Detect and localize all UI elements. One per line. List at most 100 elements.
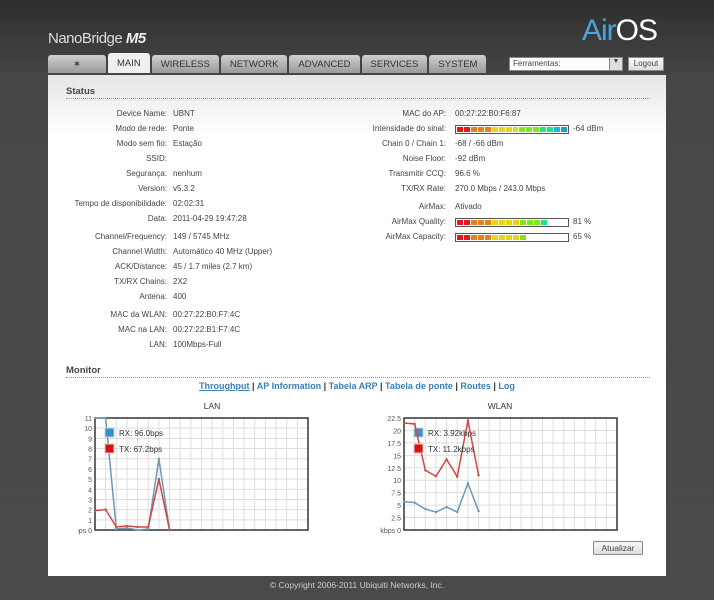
link-routes[interactable]: Routes (460, 381, 491, 391)
data-point (104, 508, 107, 511)
status-value: -92 dBm (455, 154, 486, 163)
status-label: Channel Width: (112, 247, 167, 256)
y-tick-label: 3 (88, 497, 92, 504)
status-row: AirMax Capacity: 65 % (48, 232, 591, 244)
tab-main[interactable]: MAIN (108, 53, 150, 73)
airos-logo: AirOS (582, 14, 658, 47)
status-row: Channel Width: Automático 40 MHz (Upper) (48, 247, 272, 259)
data-point (477, 509, 480, 513)
link-throughput[interactable]: Throughput (199, 381, 249, 391)
status-value: 100Mbps-Full (173, 340, 222, 349)
y-tick-label: 2.5 (391, 516, 401, 523)
data-point (424, 469, 427, 472)
legend-swatch (104, 443, 115, 454)
y-tick-label: 10 (393, 478, 401, 485)
status-label: Intensidade do sinal: (372, 124, 446, 133)
data-point (456, 475, 459, 478)
status-label: AirMax Quality: (391, 217, 446, 226)
data-point (434, 510, 438, 514)
link-log[interactable]: Log (498, 381, 515, 391)
link-ap-information[interactable]: AP Information (257, 381, 321, 391)
data-point (402, 500, 406, 503)
chevron-down-icon: ▼ (609, 58, 622, 70)
data-point (125, 524, 129, 528)
data-point (168, 528, 171, 532)
data-point (434, 475, 438, 478)
data-point (424, 507, 427, 511)
status-label: ACK/Distance: (114, 262, 167, 271)
y-tick-label: 1 (88, 518, 92, 525)
data-point (93, 416, 97, 420)
link-tabela-arp[interactable]: Tabela ARP (329, 381, 378, 391)
status-label: Transmitir CCQ: (388, 169, 446, 178)
tab-network[interactable]: NETWORK (220, 55, 288, 73)
y-tick-label: 12.5 (387, 466, 401, 473)
link-tabela-de-ponte[interactable]: Tabela de ponte (385, 381, 453, 391)
main-panel: Status Device Name: UBNT Modo de rede: Pont… (48, 75, 666, 576)
monitor-links: Throughput | AP Information | Tabela ARP… (199, 381, 515, 391)
status-value: 65 % (573, 232, 592, 241)
y-tick-label: 22.5 (387, 416, 401, 423)
status-row: Antena: 400 (48, 292, 186, 304)
data-point (136, 525, 139, 529)
legend-label: RX: 3.92kbps (428, 429, 476, 438)
data-point (104, 416, 107, 420)
legend-label: RX: 96.0bps (119, 429, 163, 438)
status-value: 2X2 (173, 277, 188, 286)
status-row: Noise Floor: -92 dBm (48, 154, 485, 166)
logout-button[interactable]: Logout (628, 57, 664, 71)
y-tick-label: 5 (397, 503, 401, 510)
status-value: 81 % (573, 217, 592, 226)
y-tick-label: kbps 0 (380, 528, 401, 535)
tab-services[interactable]: SERVICES (361, 55, 428, 73)
signal-bar (455, 218, 569, 227)
status-label: Antena: (139, 292, 167, 301)
tab-system[interactable]: SYSTEM (429, 55, 487, 73)
status-label: TX/RX Chains: (114, 277, 167, 286)
data-point (445, 505, 448, 509)
y-tick-label: 7.5 (391, 491, 401, 498)
data-point (456, 510, 459, 514)
data-point (466, 419, 470, 422)
wlan-chart: kbps 0 2.5 5 7.5 10 12.5 15 17.5 20 22.5 RX: 3.92k… (380, 416, 618, 535)
y-tick-label: 6 (88, 467, 92, 474)
status-value: Ativado (455, 202, 482, 211)
data-point (413, 422, 416, 426)
legend-swatch (104, 427, 115, 438)
status-value: -64 dBm (573, 124, 604, 133)
product-name: NanoBridge M5 (48, 30, 146, 47)
tab-advanced[interactable]: ADVANCED (289, 55, 360, 73)
status-row: Intensidade do sinal: -64 dBm (48, 124, 603, 136)
tab-wireless[interactable]: WIRELESS (151, 55, 219, 73)
status-value: -68 / -66 dBm (455, 139, 504, 148)
legend-label: TX: 67.2bps (119, 445, 162, 454)
tab-ubnt[interactable]: ✶ (48, 55, 106, 73)
y-tick-label: 20 (393, 428, 401, 435)
data-point (157, 477, 161, 481)
status-value: 400 (173, 292, 187, 301)
data-point (466, 482, 470, 485)
tools-select[interactable]: Ferramentas: ▼ (509, 57, 623, 71)
status-value: 00:27:22:B0:F6:87 (455, 109, 521, 118)
status-row: AirMax Quality: 81 % (48, 217, 591, 229)
data-point (445, 458, 448, 461)
status-value: 270.0 Mbps / 243.0 Mbps (455, 184, 546, 193)
y-tick-label: 2 (88, 508, 92, 515)
main-tabs: ✶ MAIN WIRELESS NETWORK ADVANCED SERVICE… (48, 53, 487, 73)
status-value: 45 / 1.7 miles (2.7 km) (173, 262, 253, 271)
status-label: TX/RX Rate: (401, 184, 446, 193)
status-value: Automático 40 MHz (Upper) (173, 247, 273, 256)
copyright: © Copyright 2006-2011 Ubiquiti Networks,… (269, 580, 445, 590)
status-row: MAC do AP: 00:27:22:B0:F6:87 (48, 109, 520, 121)
status-label: LAN: (149, 340, 167, 349)
status-row: TX/RX Rate: 270.0 Mbps / 243.0 Mbps (48, 184, 545, 196)
status-value: 00:27:22:B0:F7:4C (173, 310, 241, 319)
refresh-button[interactable]: Atualizar (593, 541, 643, 555)
y-tick-label: 9 (88, 436, 92, 443)
legend-swatch (413, 443, 424, 454)
status-label: AirMax Capacity: (385, 232, 446, 241)
y-tick-label: 8 (88, 447, 92, 454)
status-row: AirMax: Ativado (48, 202, 482, 214)
data-point (477, 474, 480, 477)
signal-bar (455, 125, 569, 134)
